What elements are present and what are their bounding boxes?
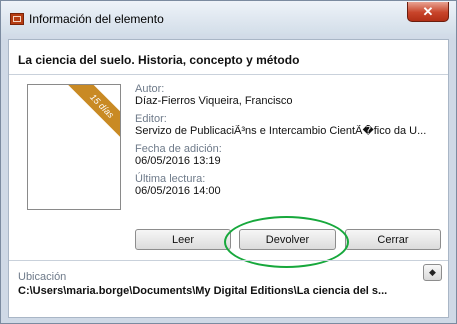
diamond-icon: ◆ [429,267,436,277]
author-value: Díaz-Fierros Viqueira, Francisco [135,95,293,107]
read-button[interactable]: Leer [135,229,231,250]
last-read-value: 06/05/2016 14:00 [135,185,221,197]
location-options-button[interactable]: ◆ [423,264,442,281]
publisher-label: Editor: [135,113,167,125]
author-field: Autor: Díaz-Fierros Viqueira, Francisco [135,83,443,108]
book-cover: 15 días [27,84,121,210]
title-bar[interactable]: Información del elemento ✕ [1,1,456,34]
publisher-field: Editor: Servizo de PublicaciÃ³ns e Inter… [135,113,443,138]
author-label: Autor: [135,83,165,95]
added-date-field: Fecha de adición: 06/05/2016 13:19 [135,143,443,168]
publisher-value: Servizo de PublicaciÃ³ns e Intercambio C… [135,125,427,137]
close-button[interactable]: Cerrar [345,229,441,250]
last-read-field: Última lectura: 06/05/2016 14:00 [135,173,443,198]
location-label: Ubicación [18,271,67,283]
divider [9,260,448,261]
close-icon: ✕ [422,3,434,19]
loan-badge: 15 días [61,85,120,147]
item-info-dialog: Información del elemento ✕ La ciencia de… [0,0,457,324]
window-title: Información del elemento [29,12,164,26]
location-path: C:\Users\maria.borge\Documents\My Digita… [18,285,388,297]
divider [9,74,448,75]
close-window-button[interactable]: ✕ [407,2,449,22]
added-date-label: Fecha de adición: [135,143,222,155]
last-read-label: Última lectura: [135,173,206,185]
dialog-content: La ciencia del suelo. Historia, concepto… [8,39,449,318]
added-date-value: 06/05/2016 13:19 [135,155,221,167]
app-icon [10,13,24,25]
book-title: La ciencia del suelo. Historia, concepto… [18,53,300,67]
